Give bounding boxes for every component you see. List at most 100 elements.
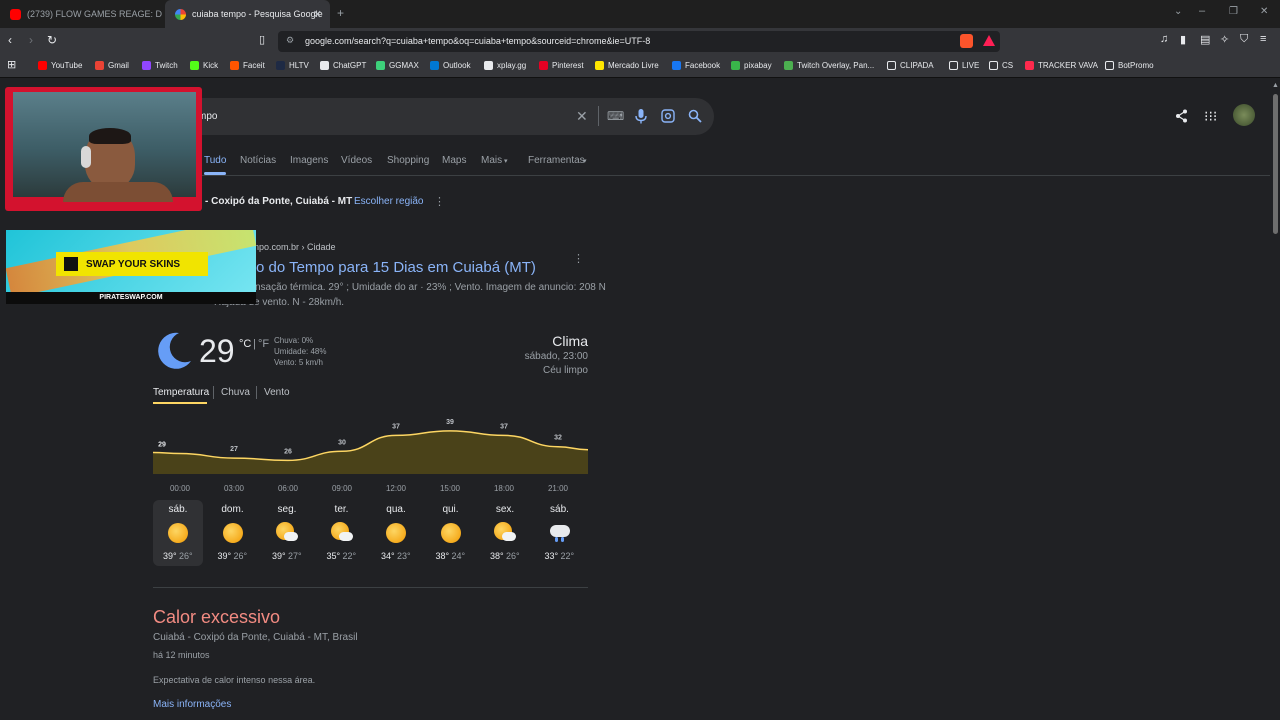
bookmark-item[interactable]: Facebook [672,61,720,70]
bookmark-item[interactable]: BotPromo [1105,61,1154,70]
keyboard-icon[interactable]: ⌨ [607,109,624,123]
result-menu-icon[interactable]: ⋮ [573,252,584,265]
sidebar-icon[interactable]: ▮ [1180,33,1186,46]
bookmark-item[interactable]: Twitch Overlay, Pan... [784,61,874,70]
temperature-chart[interactable]: 29 27 26 30 37 39 37 32 00:00 03:00 06:00 09:00 12:0… [153,410,588,500]
brave-shield-icon[interactable] [960,34,973,48]
change-region-link[interactable]: Escolher região [354,196,423,207]
bookmark-item[interactable]: Mercado Livre [595,61,659,70]
clear-search-icon[interactable]: ✕ [576,108,588,125]
back-icon[interactable]: ‹ [8,33,12,47]
site-info-icon[interactable]: ⚙ [286,35,294,46]
new-tab-icon[interactable]: + [337,6,344,20]
bookmark-item[interactable]: Twitch [142,61,178,70]
tab-videos[interactable]: Vídeos [341,155,372,166]
forward-icon[interactable]: › [29,33,33,47]
bookmark-item[interactable]: Kick [190,61,218,70]
chart-x-tick: 06:00 [278,484,299,493]
chevron-down-icon[interactable]: ⌄ [1174,6,1182,17]
bookmark-icon[interactable]: ▯ [259,33,265,46]
minimize-icon[interactable]: – [1199,5,1205,17]
bookmark-item[interactable]: TRACKER VAVA [1025,61,1098,70]
chevron-down-icon: ▾ [583,158,587,165]
bookmark-item[interactable]: YouTube [38,61,82,70]
tab-noticias[interactable]: Notícias [240,155,276,166]
bookmark-item[interactable]: CLIPADA [887,61,934,70]
bookmark-item[interactable]: HLTV [276,61,309,70]
leo-icon[interactable]: ✧ [1220,33,1229,46]
bookmark-item[interactable]: ChatGPT [320,61,366,70]
scroll-up-icon[interactable]: ▲ [1272,82,1279,89]
menu-icon[interactable]: ≡ [1260,33,1266,45]
tab-youtube[interactable]: (2739) FLOW GAMES REAGE: Digital ... [0,0,162,28]
google-icon [175,8,186,20]
music-icon[interactable]: ♫ [1160,33,1168,45]
chart-x-tick: 03:00 [224,484,245,493]
tab-ferramentas[interactable]: Ferramentas [528,155,585,166]
restore-icon[interactable]: ❐ [1229,6,1238,17]
close-window-icon[interactable]: ✕ [1260,6,1268,17]
tab-wind[interactable]: Vento [264,387,290,398]
more-options-icon[interactable]: ⋮ [434,195,445,208]
bookmark-label: BotPromo [1118,61,1154,70]
forecast-day-name: qua. [386,504,406,515]
partly-cloudy-icon [276,522,298,544]
microphone-icon[interactable] [635,109,647,124]
youtube-icon [38,61,47,70]
tab-google[interactable]: cuiaba tempo - Pesquisa Google ✕ [165,0,330,28]
bookmark-label: Gmail [108,61,129,70]
chart-data-label: 30 [338,439,346,446]
forecast-high: 35° [326,551,341,561]
chevron-down-icon: ▾ [504,158,508,165]
unit-celsius[interactable]: °C [239,338,251,350]
bookmark-item[interactable]: CS [989,61,1013,70]
tab-temperature[interactable]: Temperatura [153,387,209,398]
bookmark-item[interactable]: Faceit [230,61,265,70]
search-input[interactable] [160,98,714,135]
apps-grid-icon[interactable]: ⊞ [7,58,16,71]
tab-tudo[interactable]: Tudo [204,155,226,166]
url-text[interactable]: google.com/search?q=cuiaba+tempo&oq=cuia… [305,36,650,46]
search-icon[interactable] [688,109,702,123]
scrollbar-thumb[interactable] [1273,94,1278,234]
unit-fahrenheit[interactable]: °F [258,338,269,350]
google-apps-icon[interactable]: ⁝⁝⁝ [1204,108,1217,125]
tab-shopping[interactable]: Shopping [387,155,429,166]
bookmark-item[interactable]: LIVE [949,61,979,70]
bookmark-label: Faceit [243,61,265,70]
chart-x-tick: 15:00 [440,484,461,493]
bookmark-label: Twitch [155,61,178,70]
partly-cloudy-icon [330,522,353,544]
bookmark-item[interactable]: GGMAX [376,61,419,70]
bookmark-item[interactable]: Pinterest [539,61,584,70]
bookmark-label: GGMAX [389,61,419,70]
lens-icon[interactable] [661,109,675,123]
chart-data-label: 39 [446,419,454,426]
tracker-icon [1025,61,1034,70]
tab-mais[interactable]: Mais [481,155,502,166]
tab-rain[interactable]: Chuva [221,387,250,398]
bookmark-item[interactable]: Outlook [430,61,471,70]
bookmark-item[interactable]: Gmail [95,61,129,70]
reload-icon[interactable]: ↻ [47,33,57,47]
forecast-low: 26° [179,551,193,561]
tab-imagens[interactable]: Imagens [290,155,328,166]
avatar[interactable] [1233,104,1255,126]
share-icon[interactable] [1175,109,1188,123]
bookmark-item[interactable]: pixabay [731,61,772,70]
bookmark-item[interactable]: xplay.gg [484,61,526,70]
brave-rewards-icon[interactable] [983,35,995,46]
person-hair [89,128,131,144]
vpn-icon[interactable]: ⛉ [1240,33,1248,46]
wallet-icon[interactable]: ▤ [1200,33,1210,46]
forecast-high: 38° [490,551,504,561]
result-title-link[interactable]: o do Tempo para 15 Dias em Cuiabá (MT) [256,259,536,276]
alert-description: Expectativa de calor intenso nessa área. [153,675,316,685]
bookmark-label: pixabay [744,61,772,70]
alert-title: Calor excessivo [153,607,281,627]
more-info-link[interactable]: Mais informações [153,699,231,710]
facebook-icon [672,61,681,70]
tab-maps[interactable]: Maps [442,155,466,166]
youtube-icon [10,8,21,20]
close-tab-icon[interactable]: ✕ [313,8,322,21]
